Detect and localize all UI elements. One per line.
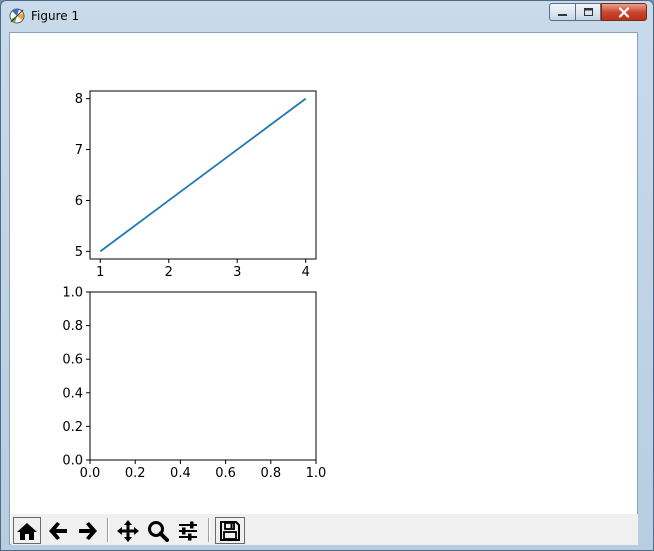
toolbar-separator — [107, 518, 109, 542]
zoom-icon — [148, 520, 169, 542]
configure-subplots-button[interactable] — [174, 517, 202, 544]
x-tick-label: 0.2 — [125, 466, 146, 481]
arrow-left-icon — [49, 521, 67, 540]
axes-bottom[interactable]: 0.0 0.2 0.4 0.6 0.8 1.00.00.20.40.60.81.0 — [62, 286, 326, 482]
maximize-button[interactable] — [575, 3, 601, 21]
y-tick-label: 0.6 — [62, 353, 83, 368]
window-title: Figure 1 — [31, 9, 80, 23]
x-tick-label: 2 — [165, 265, 173, 280]
forward-button[interactable] — [74, 517, 102, 544]
figure-canvas[interactable]: 12345678 0.0 0.2 0.4 0.6 0.8 1.0 0.0 0.2 0.4 0.6 0… — [9, 32, 638, 545]
x-tick-label: 0.6 — [215, 466, 236, 481]
x-tick-label: 0.8 — [260, 466, 281, 481]
sliders-icon — [179, 521, 197, 540]
y-tick-label: 1.0 — [62, 286, 83, 301]
maximize-icon — [583, 8, 593, 16]
save-button[interactable] — [215, 517, 245, 544]
axes-top[interactable]: 1 2 3 4 5 6 7 8 — [75, 90, 317, 280]
minimize-icon — [558, 14, 567, 16]
navigation-toolbar — [11, 514, 638, 545]
toolbar-separator — [208, 518, 210, 542]
move-icon — [117, 519, 139, 542]
figure-window: Figure 1 1 2 3 4 5 6 7 8 0.0 0.2 0.4 0.6 0.8 1.… — [0, 0, 654, 551]
home-button[interactable] — [13, 517, 41, 544]
x-tick-label: 1 — [96, 265, 104, 280]
y-tick-label: 5 — [75, 245, 83, 260]
axes-bottom-frame — [89, 291, 317, 461]
close-icon — [618, 6, 630, 18]
x-tick-label: 3 — [233, 265, 241, 280]
back-button[interactable] — [44, 517, 72, 544]
x-tick-label: 0.4 — [170, 466, 191, 481]
x-tick-label: 4 — [302, 265, 310, 280]
home-icon — [17, 522, 37, 540]
save-icon — [220, 520, 240, 541]
matplotlib-app-icon — [9, 8, 25, 24]
title-bar[interactable]: Figure 1 — [1, 1, 653, 31]
arrow-right-icon — [79, 521, 97, 540]
minimize-button[interactable] — [549, 3, 576, 21]
y-tick-label: 0.8 — [62, 319, 83, 334]
x-tick-label: 1.0 — [306, 466, 327, 481]
close-button[interactable] — [601, 3, 647, 21]
pan-button[interactable] — [114, 517, 142, 544]
y-tick-label: 0.0 — [62, 454, 83, 469]
y-tick-label: 6 — [75, 194, 83, 209]
zoom-button[interactable] — [144, 517, 172, 544]
y-tick-label: 8 — [75, 92, 83, 107]
y-tick-label: 0.4 — [62, 386, 83, 401]
y-tick-label: 7 — [75, 143, 83, 158]
plot-area[interactable]: 1 2 3 45678 0.0 0.2 0.4 0.6 0.8 1.00.00.20.40.60… — [10, 33, 637, 513]
y-tick-label: 0.2 — [62, 420, 83, 435]
